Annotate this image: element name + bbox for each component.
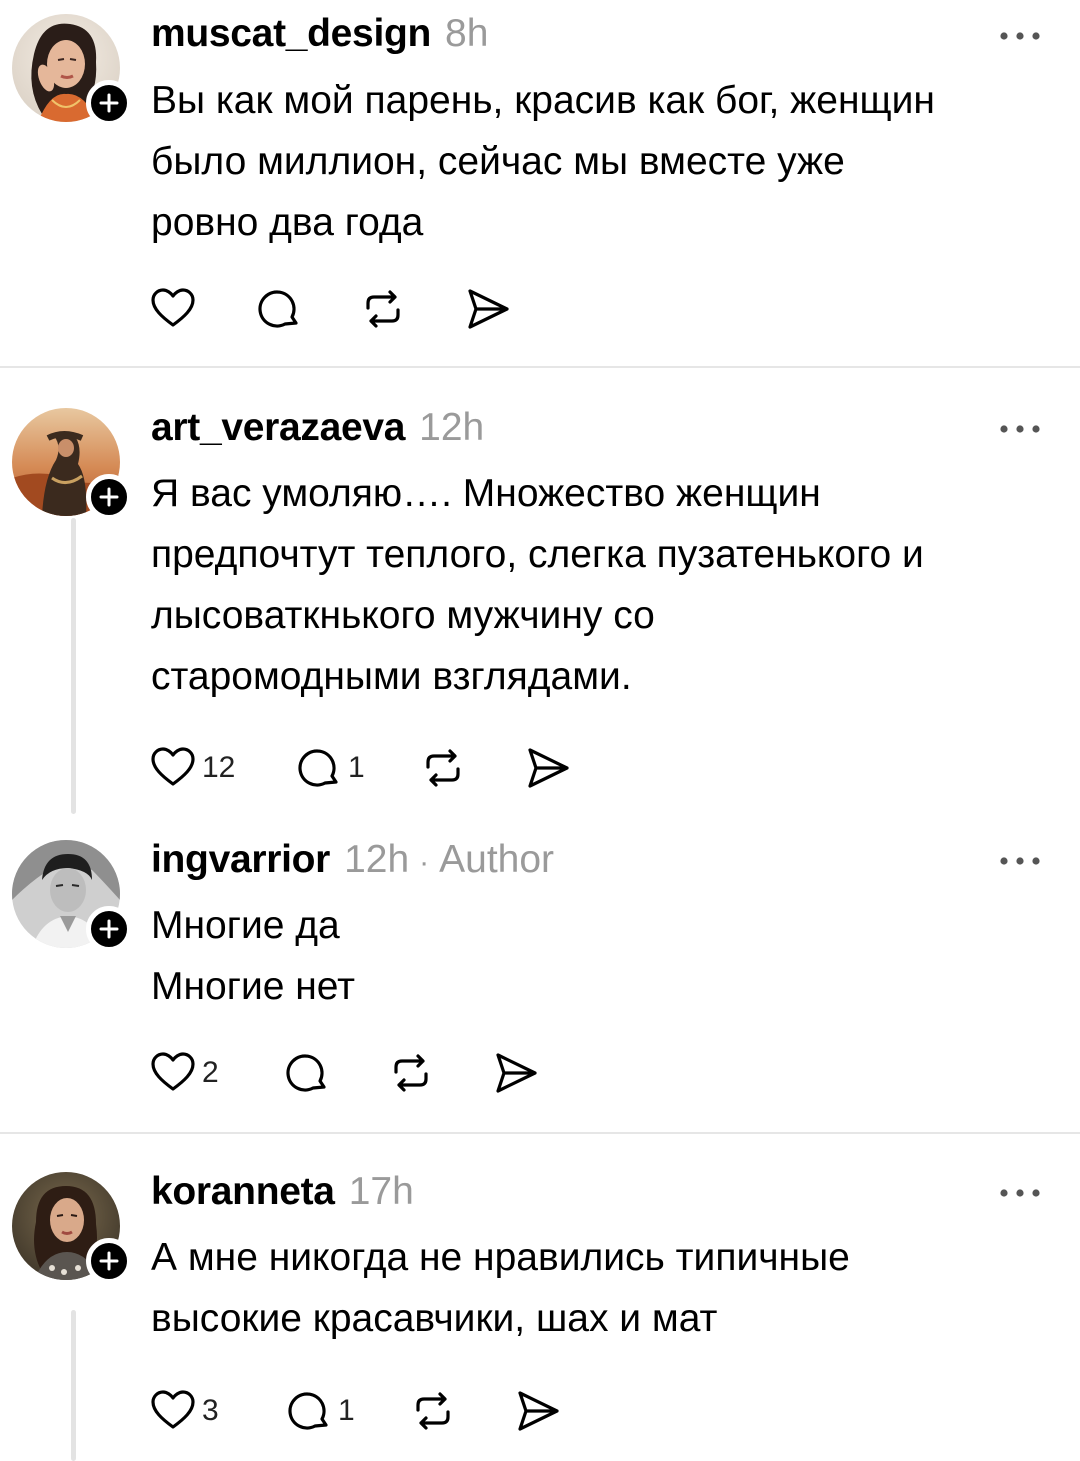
avatar[interactable] xyxy=(12,840,132,952)
reply-button[interactable]: 1 xyxy=(296,744,365,792)
post-text-line: А мне никогда не нравились типичные xyxy=(151,1236,850,1279)
repost-button[interactable] xyxy=(360,285,406,333)
post-body: Вы как мой парень, красив как бог, женщи… xyxy=(151,70,1071,253)
plus-icon xyxy=(99,93,119,113)
like-count: 2 xyxy=(202,1056,219,1089)
repost-icon xyxy=(366,290,400,328)
repost-icon xyxy=(416,1392,450,1430)
like-count: 12 xyxy=(202,751,236,784)
post-header: ingvarrior 12h · Author xyxy=(151,838,554,886)
reply-count: 1 xyxy=(338,1394,355,1427)
heart-icon xyxy=(151,1390,195,1429)
plus-icon xyxy=(99,919,119,939)
comment-icon xyxy=(288,1392,328,1430)
username[interactable]: ingvarrior xyxy=(151,838,330,882)
send-icon xyxy=(496,1053,537,1093)
username[interactable]: koranneta xyxy=(151,1170,335,1214)
post-header: muscat_design 8h xyxy=(151,12,488,60)
repost-button[interactable] xyxy=(410,1387,456,1435)
comment-icon xyxy=(298,749,338,787)
timestamp: 8h xyxy=(445,12,489,55)
like-button[interactable]: 2 xyxy=(150,1049,219,1097)
post-header: koranneta 17h xyxy=(151,1170,414,1218)
post-body: А мне никогда не нравились типичные высо… xyxy=(151,1227,1071,1349)
like-button[interactable]: 3 xyxy=(150,1387,219,1435)
post-header: art_verazaeva 12h xyxy=(151,406,484,454)
share-button[interactable] xyxy=(524,744,572,792)
more-icon[interactable] xyxy=(996,26,1046,46)
comment-icon xyxy=(286,1054,326,1092)
avatar[interactable] xyxy=(12,408,132,520)
more-icon[interactable] xyxy=(996,1183,1046,1203)
post-text-line: Многие нет xyxy=(151,965,356,1008)
thread-line xyxy=(71,518,76,814)
timestamp: 12h xyxy=(344,838,410,881)
send-icon xyxy=(468,289,509,329)
post-body: Многие да Многие нет xyxy=(151,895,1071,1017)
post-ingvarrior: ingvarrior 12h · Author Многие да Многие… xyxy=(0,814,1080,1132)
share-button[interactable] xyxy=(464,285,512,333)
post-text-line: было миллион, сейчас мы вместе уже xyxy=(151,140,845,183)
post-koranneta: koranneta 17h А мне никогда не нравились… xyxy=(0,1134,1080,1461)
post-text-line: ровно два года xyxy=(151,201,424,244)
follow-button[interactable] xyxy=(86,80,132,126)
repost-button[interactable] xyxy=(420,744,466,792)
avatar[interactable] xyxy=(12,14,132,126)
post-muscat-design: muscat_design 8h Вы как мой парень, крас… xyxy=(0,0,1080,367)
plus-icon xyxy=(99,1251,119,1271)
post-art-verazaeva: art_verazaeva 12h Я вас умоляю…. Множест… xyxy=(0,368,1080,814)
follow-button[interactable] xyxy=(86,1238,132,1284)
post-text-line: предпочтут теплого, слегка пузатенького … xyxy=(151,533,924,576)
username[interactable]: muscat_design xyxy=(151,12,431,56)
repost-icon xyxy=(426,749,460,787)
repost-icon xyxy=(394,1054,428,1092)
post-text-line: лысоваткнького мужчину со xyxy=(151,594,655,637)
timestamp: 12h xyxy=(419,406,485,449)
repost-button[interactable] xyxy=(388,1049,434,1097)
share-button[interactable] xyxy=(514,1387,562,1435)
timestamp: 17h xyxy=(348,1170,414,1213)
reply-button[interactable] xyxy=(256,285,302,333)
reply-count: 1 xyxy=(348,751,365,784)
comment-icon xyxy=(258,290,298,328)
more-icon[interactable] xyxy=(996,419,1046,439)
like-button[interactable] xyxy=(150,285,196,333)
post-body: Я вас умоляю…. Множество женщин предпочт… xyxy=(151,463,1071,707)
post-text-line: Я вас умоляю…. Множество женщин xyxy=(151,472,821,515)
meta-separator: · xyxy=(419,846,430,879)
send-icon xyxy=(528,748,569,788)
plus-icon xyxy=(99,487,119,507)
heart-icon xyxy=(151,1052,195,1091)
share-button[interactable] xyxy=(492,1049,540,1097)
reply-button[interactable] xyxy=(284,1049,330,1097)
post-text-line: Многие да xyxy=(151,904,340,947)
more-icon[interactable] xyxy=(996,851,1046,871)
post-text-line: старомодными взглядами. xyxy=(151,655,632,698)
like-count: 3 xyxy=(202,1394,219,1427)
username[interactable]: art_verazaeva xyxy=(151,406,405,450)
reply-button[interactable]: 1 xyxy=(286,1387,355,1435)
author-label: Author xyxy=(439,838,555,881)
like-button[interactable]: 12 xyxy=(150,744,235,792)
thread-line xyxy=(71,1310,76,1461)
follow-button[interactable] xyxy=(86,906,132,952)
heart-icon xyxy=(151,288,195,327)
avatar[interactable] xyxy=(12,1172,132,1284)
follow-button[interactable] xyxy=(86,474,132,520)
heart-icon xyxy=(151,747,195,786)
send-icon xyxy=(518,1391,559,1431)
post-text-line: Вы как мой парень, красив как бог, женщи… xyxy=(151,79,935,122)
post-text-line: высокие красавчики, шах и мат xyxy=(151,1297,718,1340)
